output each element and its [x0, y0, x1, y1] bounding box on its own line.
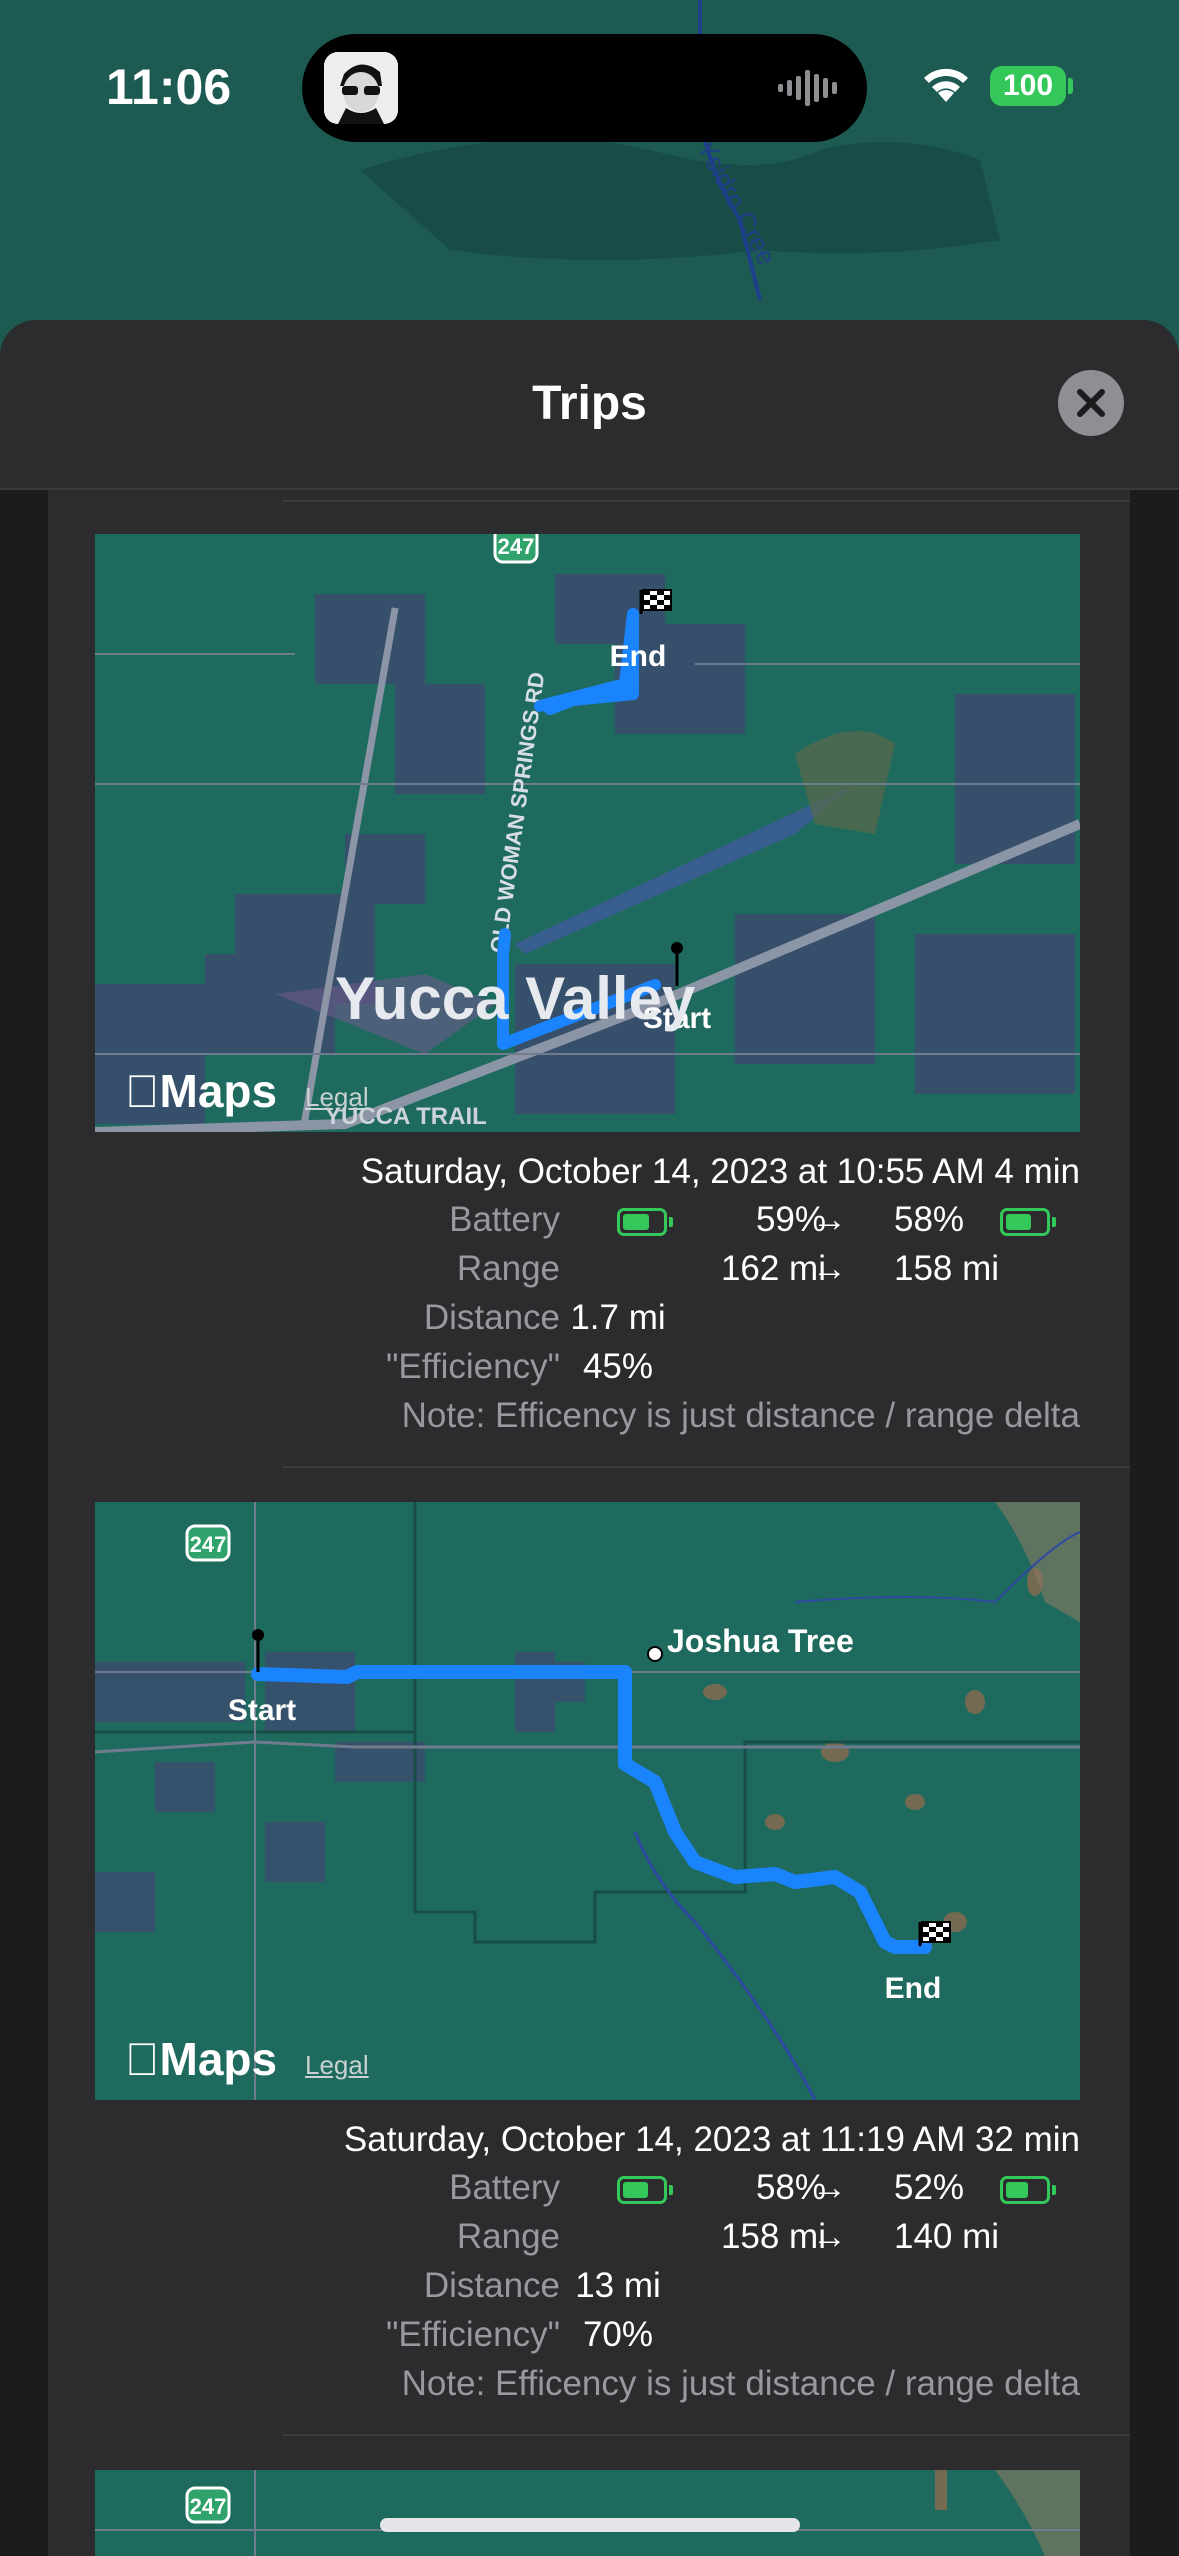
- efficiency-row: "Efficiency" 45%: [386, 1347, 654, 1386]
- apple-icon: : [125, 2033, 160, 2085]
- avatar-icon: [324, 52, 398, 124]
- close-icon: [1077, 389, 1105, 417]
- battery-icon: 100: [990, 66, 1066, 106]
- trip-map[interactable]: 247 OLD WOMAN SPRINGS RD Start End Yucca…: [95, 534, 1080, 1132]
- maps-logo: Maps: [125, 2033, 277, 2085]
- row-divider: [282, 2434, 1130, 2436]
- trips-sheet: Trips 247 OLD WOMAN SPRINGS RD Start End…: [0, 320, 1179, 2556]
- place-label: Joshua Tree: [667, 1623, 854, 1659]
- wifi-icon: [924, 68, 968, 102]
- trip-datetime: Saturday, October 14, 2023 at 10:55 AM 4…: [360, 1152, 1080, 1191]
- arrow-right-icon: →: [812, 1249, 847, 1288]
- distance-row: Distance 13 mi: [423, 2266, 661, 2305]
- range-row: Range 158 mi → 140 mi: [456, 2217, 1000, 2256]
- end-label: End: [885, 1972, 942, 2005]
- arrow-right-icon: →: [812, 2217, 847, 2256]
- page-title: Trips: [532, 377, 647, 430]
- battery-row: Battery 58% → 52%: [48, 2168, 1130, 2214]
- legal-link[interactable]: Legal: [305, 1082, 369, 1113]
- battery-nub: [1068, 78, 1073, 94]
- close-button[interactable]: [1058, 370, 1124, 436]
- trip-map[interactable]: 247: [95, 2470, 1080, 2556]
- status-time: 11:06: [106, 59, 232, 115]
- audio-wave-icon: [778, 70, 837, 106]
- range-row: Range 162 mi → 158 mi: [456, 1249, 1000, 1288]
- battery-end-icon: [1000, 1208, 1056, 1236]
- efficiency-note: Note: Efficency is just distance / range…: [401, 1396, 1080, 1435]
- start-label: Start: [228, 1694, 296, 1727]
- highway-shield-label: 247: [190, 2494, 227, 2519]
- sheet-header: Trips: [0, 320, 1179, 490]
- status-bar: 11:06 100: [0, 0, 1179, 170]
- apple-icon: : [125, 1065, 160, 1117]
- row-divider: [282, 1466, 1130, 1468]
- efficiency-row: "Efficiency" 70%: [386, 2315, 654, 2354]
- place-label: Yucca Valley: [335, 965, 696, 1032]
- distance-row: Distance 1.7 mi: [423, 1298, 666, 1337]
- battery-row: Battery 59% → 58%: [48, 1200, 1130, 1246]
- maps-logo: Maps: [125, 1065, 277, 1117]
- arrow-right-icon: →: [812, 2168, 847, 2207]
- highway-shield-label: 247: [498, 534, 535, 559]
- arrow-right-icon: →: [812, 1200, 847, 1239]
- row-divider: [282, 500, 1130, 502]
- end-label: End: [610, 640, 667, 673]
- home-indicator[interactable]: [380, 2518, 800, 2532]
- battery-end-icon: [1000, 2176, 1056, 2204]
- legal-link[interactable]: Legal: [305, 2050, 369, 2081]
- battery-start-icon: [617, 1208, 673, 1236]
- battery-start-icon: [617, 2176, 673, 2204]
- trip-datetime: Saturday, October 14, 2023 at 11:19 AM 3…: [343, 2120, 1080, 2159]
- highway-shield-label: 247: [190, 1532, 227, 1557]
- efficiency-note: Note: Efficency is just distance / range…: [401, 2364, 1080, 2403]
- trip-map[interactable]: 247 Start End Joshua Tree Maps Legal: [95, 1502, 1080, 2100]
